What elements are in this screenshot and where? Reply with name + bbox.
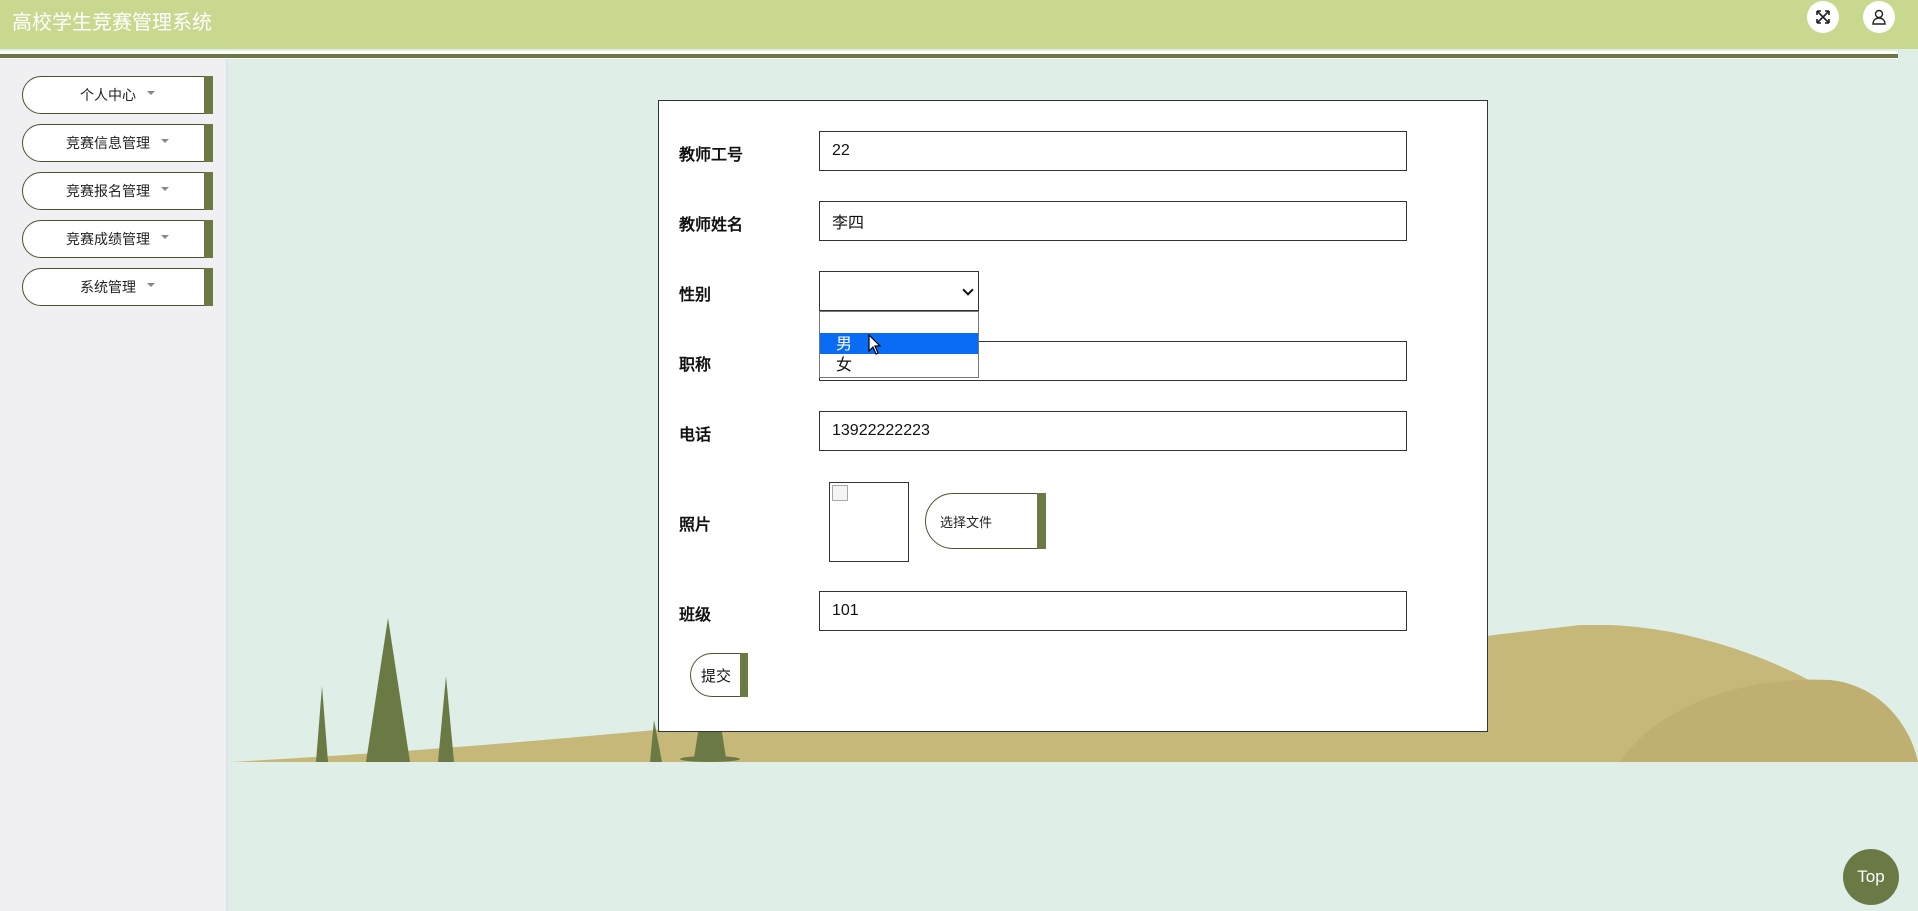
teacher-name-label: 教师姓名 bbox=[679, 215, 744, 234]
sidebar-item-label: 竞赛报名管理 bbox=[66, 184, 150, 200]
gender-label: 性别 bbox=[679, 285, 712, 304]
user-menu-button[interactable] bbox=[1863, 1, 1895, 33]
gender-option-empty[interactable] bbox=[820, 312, 978, 333]
teacher-id-input[interactable]: 22 bbox=[819, 131, 1407, 171]
sidebar-item-personal-center[interactable]: 个人中心 bbox=[22, 76, 213, 114]
chevron-down-icon bbox=[962, 284, 974, 296]
gender-option-male[interactable]: 男 bbox=[820, 333, 978, 354]
phone-label: 电话 bbox=[679, 425, 712, 444]
sidebar-item-system[interactable]: 系统管理 bbox=[22, 268, 213, 306]
broken-image-icon bbox=[832, 485, 848, 501]
sidebar-item-registration[interactable]: 竞赛报名管理 bbox=[22, 172, 213, 210]
class-label: 班级 bbox=[679, 605, 712, 624]
caret-down-icon bbox=[161, 187, 169, 191]
phone-input[interactable]: 13922222223 bbox=[819, 411, 1407, 451]
gender-option-female[interactable]: 女 bbox=[820, 354, 978, 375]
class-input[interactable]: 101 bbox=[819, 591, 1407, 631]
choose-file-button[interactable]: 选择文件 bbox=[925, 493, 1046, 549]
sidebar: 个人中心 竞赛信息管理 竞赛报名管理 竞赛成绩管理 系统管理 bbox=[0, 59, 228, 911]
sidebar-item-label: 系统管理 bbox=[80, 280, 136, 296]
tree-group-icon bbox=[316, 618, 454, 762]
back-to-top-button[interactable]: Top bbox=[1843, 849, 1899, 905]
submit-button[interactable]: 提交 bbox=[690, 653, 748, 697]
teacher-id-label: 教师工号 bbox=[679, 145, 744, 164]
gender-dropdown-list: 男 女 bbox=[819, 311, 979, 378]
photo-preview bbox=[829, 482, 909, 562]
fullscreen-button[interactable] bbox=[1807, 1, 1839, 33]
expand-icon bbox=[1816, 10, 1830, 24]
caret-down-icon bbox=[161, 139, 169, 143]
caret-down-icon bbox=[147, 283, 155, 287]
sidebar-item-label: 个人中心 bbox=[80, 88, 136, 104]
teacher-form-panel: 教师工号 22 教师姓名 李四 性别 男 女 职称 电话 13922222223… bbox=[658, 100, 1488, 732]
teacher-name-input[interactable]: 李四 bbox=[819, 201, 1407, 241]
title-label: 职称 bbox=[679, 355, 712, 374]
top-header: 高校学生竞赛管理系统 bbox=[0, 0, 1918, 49]
header-divider-accent bbox=[0, 54, 1898, 58]
user-icon bbox=[1872, 9, 1886, 25]
caret-down-icon bbox=[161, 235, 169, 239]
gender-select[interactable] bbox=[819, 271, 979, 311]
caret-down-icon bbox=[147, 91, 155, 95]
sidebar-item-label: 竞赛成绩管理 bbox=[66, 232, 150, 248]
photo-label: 照片 bbox=[679, 515, 712, 534]
sidebar-item-competition-info[interactable]: 竞赛信息管理 bbox=[22, 124, 213, 162]
sidebar-item-label: 竞赛信息管理 bbox=[66, 136, 150, 152]
mouse-cursor-icon bbox=[868, 334, 882, 355]
app-title: 高校学生竞赛管理系统 bbox=[12, 10, 212, 34]
sidebar-item-scores[interactable]: 竞赛成绩管理 bbox=[22, 220, 213, 258]
